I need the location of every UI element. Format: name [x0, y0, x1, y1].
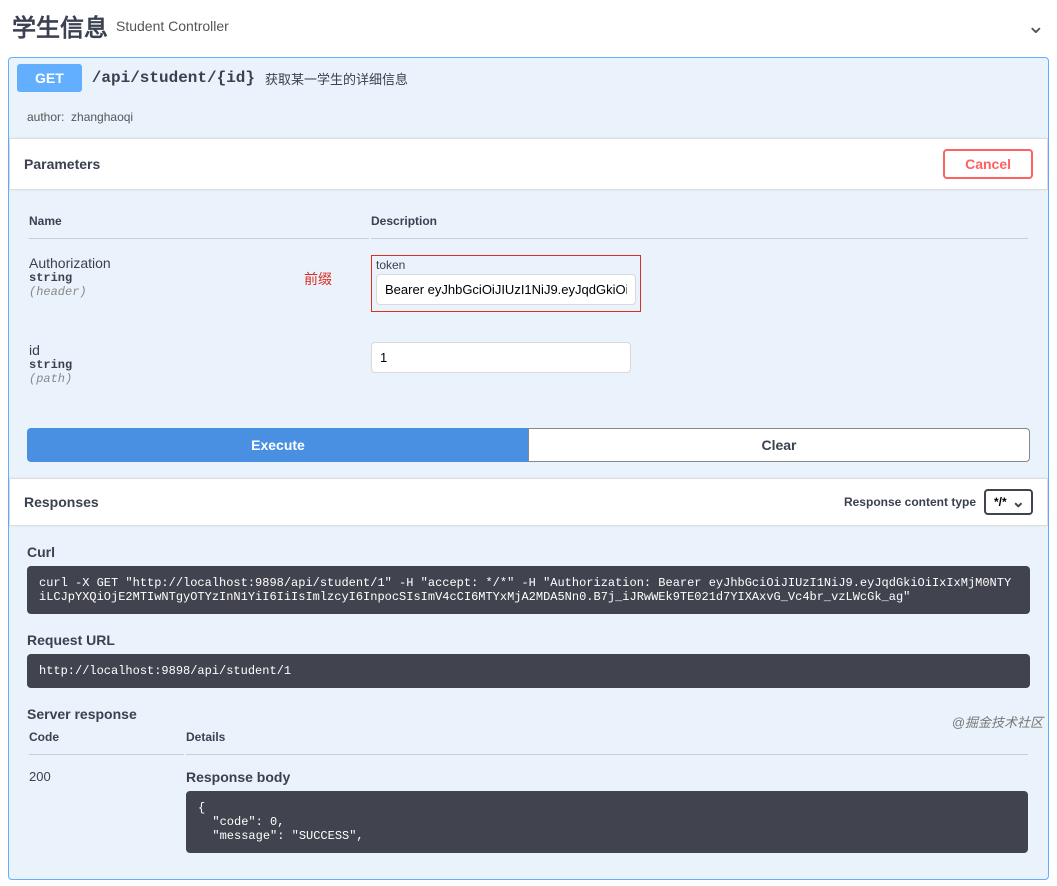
operation-summary-bar[interactable]: GET /api/student/{id} 获取某一学生的详细信息	[9, 58, 1048, 98]
clear-button[interactable]: Clear	[528, 428, 1030, 462]
request-url-label: Request URL	[27, 632, 1030, 648]
curl-label: Curl	[27, 544, 1030, 560]
parameters-header: Parameters Cancel	[9, 138, 1048, 190]
id-input[interactable]	[371, 342, 631, 373]
http-method-badge: GET	[17, 64, 82, 92]
param-type: string	[29, 358, 369, 372]
endpoint-path: /api/student/{id}	[92, 69, 255, 87]
server-response-label: Server response	[27, 706, 1030, 722]
tag-subtitle: Student Controller	[116, 18, 229, 34]
execute-button[interactable]: Execute	[27, 428, 528, 462]
responses-header: Responses Response content type */*	[9, 478, 1048, 526]
response-row: 200 Response body { "code": 0, "message"…	[29, 757, 1028, 865]
param-name: id	[29, 342, 369, 358]
param-row-authorization: Authorization string (header) 前缀 token	[29, 241, 1028, 326]
column-description: Description	[371, 214, 1028, 239]
response-code: 200	[29, 757, 184, 865]
cancel-button[interactable]: Cancel	[943, 149, 1033, 179]
operation-block: GET /api/student/{id} 获取某一学生的详细信息 author…	[8, 57, 1049, 880]
responses-title: Responses	[24, 494, 99, 510]
column-name: Name	[29, 214, 369, 239]
param-row-id: id string (path)	[29, 328, 1028, 400]
tag-header[interactable]: 学生信息 Student Controller ⌄	[8, 0, 1049, 51]
watermark: @掘金技术社区	[952, 712, 1043, 731]
author-line: author: zhanghaoqi	[27, 110, 1030, 124]
chevron-down-icon: ⌄	[1027, 13, 1045, 39]
response-body-label: Response body	[186, 769, 1028, 785]
column-code: Code	[29, 730, 184, 755]
response-table: Code Details 200 Response body { "code":…	[27, 728, 1030, 867]
response-body-block[interactable]: { "code": 0, "message": "SUCCESS",	[186, 791, 1028, 853]
content-type-label: Response content type	[844, 495, 976, 509]
column-details: Details	[186, 730, 1028, 755]
content-type-select[interactable]: */*	[984, 489, 1033, 515]
endpoint-summary: 获取某一学生的详细信息	[265, 69, 408, 88]
tag-title: 学生信息	[12, 8, 108, 43]
parameters-title: Parameters	[24, 156, 100, 172]
curl-block[interactable]: curl -X GET "http://localhost:9898/api/s…	[27, 566, 1030, 614]
authorization-input[interactable]	[376, 274, 636, 305]
parameters-table: Name Description Authorization string (h…	[27, 212, 1030, 402]
param-description-label: token	[376, 258, 636, 272]
token-highlight-box: token	[371, 255, 641, 312]
param-in: (path)	[29, 372, 369, 386]
prefix-annotation: 前缀	[304, 269, 332, 289]
request-url-block[interactable]: http://localhost:9898/api/student/1	[27, 654, 1030, 688]
